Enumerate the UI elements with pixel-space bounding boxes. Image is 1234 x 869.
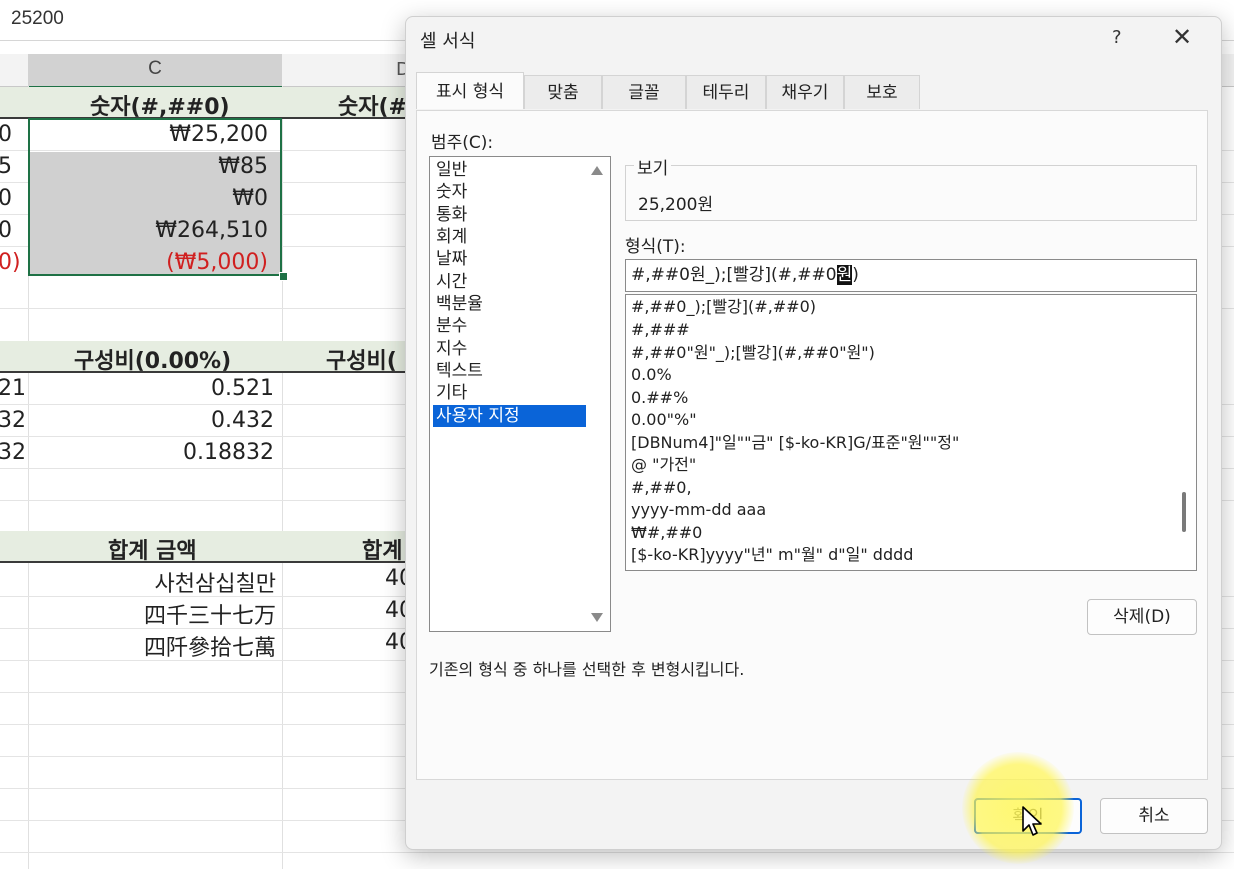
close-icon[interactable]: ✕ <box>1172 23 1192 51</box>
cell[interactable]: 0 <box>0 186 12 211</box>
column-title[interactable]: 숫자(#,##0) <box>90 89 230 121</box>
cell[interactable]: ₩85 <box>28 154 268 179</box>
category-item-selected[interactable]: 사용자 지정 <box>433 405 586 427</box>
cell[interactable]: 0 <box>0 218 12 243</box>
format-list-scrollbar[interactable] <box>1182 492 1186 532</box>
cell[interactable]: 四千三十七万 <box>36 598 276 630</box>
hint-text: 기존의 형식 중 하나를 선택한 후 변형시킵니다. <box>429 660 745 679</box>
format-code-input[interactable]: #,##0원_);[빨강](#,##0원) <box>625 259 1197 292</box>
category-list[interactable]: 일반 숫자 통화 회계 날짜 시간 백분율 분수 지수 텍스트 기타 사용자 지… <box>429 156 611 632</box>
tab-panel: 범주(C): 일반 숫자 통화 회계 날짜 시간 백분율 분수 지수 텍스트 기… <box>416 110 1208 780</box>
format-code-item[interactable]: #,### <box>631 319 690 341</box>
format-code-item[interactable]: ₩#,##0 <box>631 522 702 544</box>
cancel-button[interactable]: 취소 <box>1100 798 1208 834</box>
cell[interactable]: ₩0 <box>28 186 268 211</box>
column-title[interactable]: 합계 <box>362 533 402 565</box>
format-code-item[interactable]: #,##0"원"_);[빨강](#,##0"원") <box>631 342 875 364</box>
column-header-c[interactable]: C <box>28 54 282 88</box>
format-cells-dialog: 셀 서식 ? ✕ 표시 형식 맞춤 글꼴 테두리 채우기 보호 범주(C): 일… <box>405 16 1222 850</box>
cell[interactable]: 0.18832 <box>34 440 274 465</box>
format-code-item[interactable]: 0.0% <box>631 364 672 386</box>
format-code-selection: 원 <box>836 265 853 285</box>
category-item[interactable]: 통화 <box>433 204 586 226</box>
cell[interactable]: 32 <box>0 440 26 465</box>
category-item[interactable]: 숫자 <box>433 181 586 203</box>
category-item[interactable]: 백분율 <box>433 293 586 315</box>
cell[interactable]: 5 <box>0 154 12 179</box>
column-title[interactable]: 구성비(0.00%) <box>74 343 231 375</box>
cell[interactable]: 사천삼십칠만 <box>36 566 276 598</box>
scroll-up-icon[interactable] <box>591 166 603 175</box>
column-title[interactable]: 숫자(# <box>338 89 407 121</box>
cell[interactable]: 0 <box>0 122 12 147</box>
column-title[interactable]: 합계 금액 <box>108 533 197 565</box>
cell[interactable]: ₩25,200 <box>28 122 268 147</box>
format-code-list[interactable]: #,##0_);[빨강](#,##0) #,### #,##0"원"_);[빨강… <box>625 294 1197 571</box>
category-item[interactable]: 회계 <box>433 226 586 248</box>
scroll-down-icon[interactable] <box>591 613 603 622</box>
tab-number[interactable]: 표시 형식 <box>416 72 524 109</box>
delete-button[interactable]: 삭제(D) <box>1087 599 1197 635</box>
click-highlight <box>962 752 1074 864</box>
sample-group: 보기 25,200원 <box>625 154 1197 221</box>
category-item[interactable]: 시간 <box>433 271 586 293</box>
format-code-item[interactable]: 0.##% <box>631 387 688 409</box>
category-scrollbar[interactable] <box>591 158 609 630</box>
tab-alignment[interactable]: 맞춤 <box>524 75 602 109</box>
format-code-item[interactable]: [$-ko-KR]yyyy"년" m"월" d"일" dddd <box>631 544 913 566</box>
cell[interactable]: ₩264,510 <box>28 218 268 243</box>
category-item[interactable]: 기타 <box>433 382 586 404</box>
format-code-item[interactable]: 0.00"%" <box>631 409 697 431</box>
cell[interactable]: 21 <box>0 376 26 401</box>
column-title[interactable]: 구성비( <box>326 343 397 375</box>
cell[interactable]: 32 <box>0 408 26 433</box>
tab-protection[interactable]: 보호 <box>844 75 920 109</box>
cell[interactable]: 0.432 <box>34 408 274 433</box>
category-item[interactable]: 분수 <box>433 315 586 337</box>
cell[interactable]: (₩5,000) <box>28 250 268 275</box>
table-header-band <box>0 531 420 563</box>
format-code-item[interactable]: #,##0_);[빨강](#,##0) <box>631 296 816 318</box>
help-icon[interactable]: ? <box>1112 27 1122 48</box>
format-code-item[interactable]: [DBNum4]"일""금" [$-ko-KR]G/표준"원""정" <box>631 432 959 454</box>
category-item[interactable]: 날짜 <box>433 248 586 270</box>
grid-line <box>282 86 283 869</box>
category-item[interactable]: 일반 <box>433 159 586 181</box>
format-code-item[interactable]: yyyy-mm-dd aaa <box>631 499 766 521</box>
format-code-text-end: ) <box>852 265 859 285</box>
tab-border[interactable]: 테두리 <box>686 75 766 109</box>
cell[interactable]: 0) <box>0 250 21 275</box>
format-code-text: #,##0원_);[빨강](#,##0 <box>631 265 837 285</box>
format-code-item[interactable]: #,##0, <box>631 477 692 499</box>
dialog-title: 셀 서식 <box>420 31 476 52</box>
type-label: 형식(T): <box>625 237 686 257</box>
category-item[interactable]: 지수 <box>433 338 586 360</box>
category-item[interactable]: 텍스트 <box>433 360 586 382</box>
sample-label: 보기 <box>634 154 672 179</box>
fill-handle[interactable] <box>279 272 288 281</box>
formula-bar-value: 25200 <box>11 8 64 29</box>
category-label: 범주(C): <box>431 133 494 153</box>
cell[interactable]: 0.521 <box>34 376 274 401</box>
cell[interactable]: 四阡參拾七萬 <box>36 630 276 662</box>
sample-value: 25,200원 <box>638 195 714 215</box>
format-code-item[interactable]: @ "가전" <box>631 454 696 476</box>
tab-font[interactable]: 글꼴 <box>602 75 686 109</box>
tab-fill[interactable]: 채우기 <box>766 75 844 109</box>
